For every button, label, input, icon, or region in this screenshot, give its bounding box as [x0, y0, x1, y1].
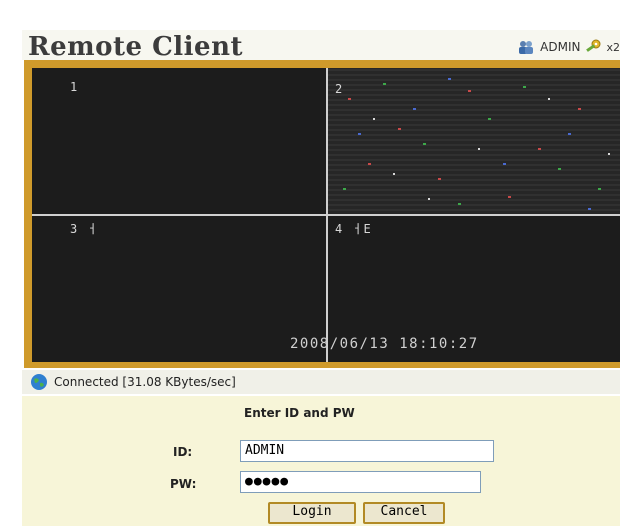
login-prompt: Enter ID and PW: [244, 406, 355, 420]
app-title: Remote Client: [28, 32, 244, 62]
cancel-button[interactable]: Cancel: [363, 502, 445, 524]
noise-dots: [343, 78, 610, 210]
globe-icon: [30, 373, 48, 391]
grid-divider-horizontal: [32, 214, 620, 216]
zoom-level[interactable]: x2: [606, 41, 620, 54]
login-panel: Enter ID and PW ID: ADMIN PW: ●●●●● Logi…: [22, 396, 620, 526]
password-field[interactable]: ●●●●●: [240, 471, 481, 493]
users-icon[interactable]: [516, 39, 536, 55]
channel-3-label: 3 ㅓ: [70, 222, 99, 236]
id-field[interactable]: ADMIN: [240, 440, 494, 462]
channel-1-label: 1: [70, 80, 79, 94]
key-icon[interactable]: [584, 39, 602, 55]
video-display[interactable]: 1 2 3 ㅓ 4 ㅓE 2008/06/13 18:10:27: [32, 68, 620, 362]
channel-2-noise: [328, 68, 620, 214]
channel-4-label: 4 ㅓE: [335, 222, 372, 236]
login-button[interactable]: Login: [268, 502, 356, 524]
user-name: ADMIN: [540, 40, 581, 54]
id-label: ID:: [173, 445, 193, 459]
channel-2-label: 2: [335, 82, 344, 96]
connection-status: Connected [31.08 KBytes/sec]: [54, 375, 236, 389]
video-timestamp: 2008/06/13 18:10:27: [290, 336, 479, 352]
pw-label: PW:: [170, 477, 197, 491]
top-strip: [0, 0, 620, 30]
header: Remote Client ADMIN x2: [22, 30, 620, 62]
user-area: ADMIN x2: [516, 38, 620, 56]
status-bar: Connected [31.08 KBytes/sec]: [22, 370, 620, 394]
